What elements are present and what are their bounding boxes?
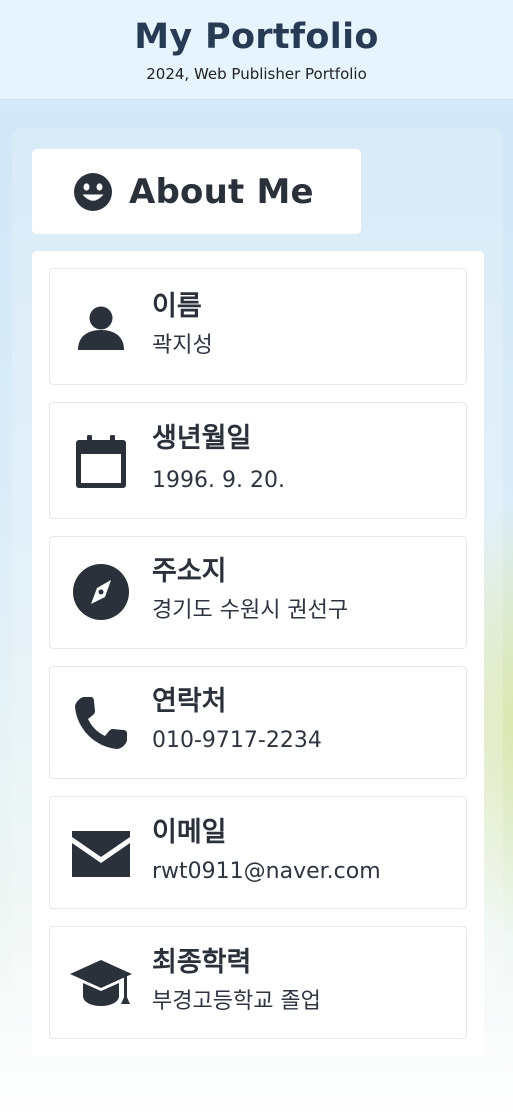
info-item-label: 연락처 bbox=[152, 686, 227, 717]
about-card: 이름 곽지성 생년월일 1996. 9. 20. 주소지 경기도 수원시 권선구 bbox=[32, 251, 484, 1056]
info-item-label: 생년월일 bbox=[152, 423, 252, 454]
info-item-email: 이메일 rwt0911@naver.com bbox=[49, 796, 467, 909]
graduation-cap-icon bbox=[70, 952, 132, 1014]
info-item-phone: 연락처 010-9717-2234 bbox=[49, 666, 467, 779]
info-item-value: 부경고등학교 졸업 bbox=[152, 989, 321, 1014]
info-item-value: 1996. 9. 20. bbox=[152, 468, 285, 493]
info-item-birthdate: 생년월일 1996. 9. 20. bbox=[49, 402, 467, 519]
smile-icon bbox=[73, 172, 113, 212]
section-title: About Me bbox=[129, 172, 314, 212]
info-item-name: 이름 곽지성 bbox=[49, 268, 467, 385]
info-item-value: 010-9717-2234 bbox=[152, 728, 322, 753]
info-item-address: 주소지 경기도 수원시 권선구 bbox=[49, 536, 467, 649]
info-item-value: rwt0911@naver.com bbox=[152, 859, 381, 884]
info-item-label: 주소지 bbox=[152, 556, 227, 587]
compass-icon bbox=[70, 561, 132, 623]
info-item-label: 최종학력 bbox=[152, 947, 252, 978]
info-item-label: 이름 bbox=[152, 291, 202, 322]
page-title: My Portfolio bbox=[134, 17, 379, 57]
info-item-label: 이메일 bbox=[152, 817, 227, 848]
calendar-icon bbox=[70, 431, 132, 493]
envelope-icon bbox=[70, 823, 132, 885]
person-icon bbox=[70, 296, 132, 358]
page-header: My Portfolio 2024, Web Publisher Portfol… bbox=[0, 0, 513, 100]
about-me-tab[interactable]: About Me bbox=[32, 149, 361, 234]
info-item-education: 최종학력 부경고등학교 졸업 bbox=[49, 926, 467, 1039]
info-item-value: 곽지성 bbox=[152, 333, 213, 358]
phone-icon bbox=[70, 693, 132, 755]
info-item-value: 경기도 수원시 권선구 bbox=[152, 598, 349, 623]
page-subtitle: 2024, Web Publisher Portfolio bbox=[146, 65, 367, 83]
